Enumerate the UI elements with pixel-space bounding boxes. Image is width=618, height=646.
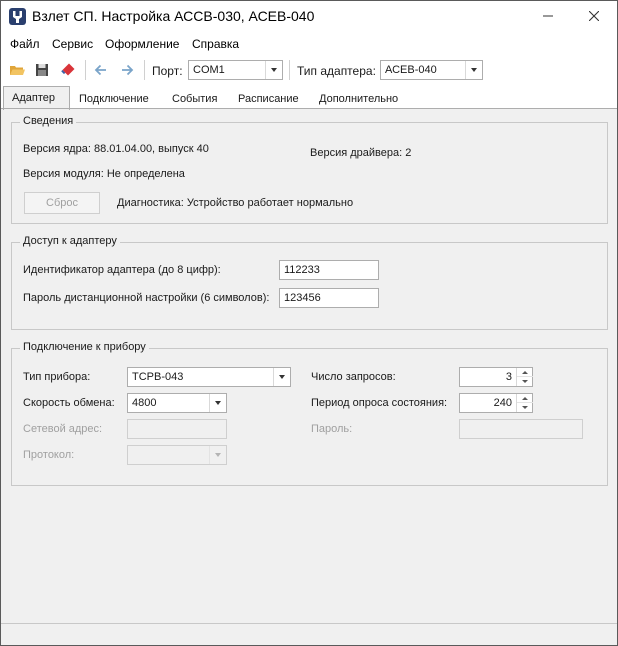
tab-events[interactable]: События: [164, 89, 225, 109]
tab-additional[interactable]: Дополнительно: [311, 89, 406, 109]
spin-up-icon[interactable]: [517, 394, 533, 403]
adapter-type-select[interactable]: АСЕВ-040: [380, 60, 483, 80]
device-type-value: ТСРВ-043: [132, 371, 184, 383]
device-type-label: Тип прибора:: [23, 371, 91, 383]
speed-label: Скорость обмена:: [23, 397, 115, 409]
reset-button[interactable]: Сброс: [24, 192, 100, 214]
toolbar-separator: [144, 60, 145, 80]
save-icon[interactable]: [33, 61, 51, 79]
access-group: Доступ к адаптеру Идентификатор адаптера…: [11, 235, 608, 330]
minimize-button[interactable]: [525, 1, 571, 33]
port-value: COM1: [193, 64, 225, 76]
eraser-icon[interactable]: [59, 61, 77, 79]
access-group-title: Доступ к адаптеру: [20, 235, 120, 247]
diagnostics-text: Диагностика: Устройство работает нормаль…: [117, 197, 354, 209]
spin-down-icon[interactable]: [517, 403, 533, 412]
toolbar-separator: [289, 60, 290, 80]
requests-count-spinner[interactable]: 3: [459, 367, 533, 387]
tab-strip: Адаптер Подключение События Расписание Д…: [1, 85, 617, 110]
poll-period-label: Период опроса состояния:: [311, 397, 448, 409]
driver-version-text: Версия драйвера: 2: [310, 147, 412, 159]
toolbar-separator: [85, 60, 86, 80]
net-address-input[interactable]: [127, 419, 227, 439]
poll-period-spinner[interactable]: 240: [459, 393, 533, 413]
speed-select[interactable]: 4800: [127, 393, 227, 413]
port-label: Порт:: [152, 64, 183, 78]
poll-period-value: 240: [493, 397, 512, 409]
adapter-id-label: Идентификатор адаптера (до 8 цифр):: [23, 264, 221, 276]
spin-down-icon[interactable]: [517, 377, 533, 386]
device-group-title: Подключение к прибору: [20, 341, 149, 353]
minimize-icon: [543, 11, 553, 24]
adapter-id-value: 112233: [284, 264, 320, 276]
requests-count-value: 3: [505, 371, 512, 383]
tab-divider: [1, 108, 617, 109]
open-folder-icon[interactable]: [8, 61, 26, 79]
protocol-label: Протокол:: [23, 449, 75, 461]
spin-up-icon[interactable]: [517, 368, 533, 377]
tab-adapter[interactable]: Адаптер: [3, 86, 70, 110]
adapter-type-value: АСЕВ-040: [385, 64, 437, 76]
net-address-label: Сетевой адрес:: [23, 423, 103, 435]
chevron-down-icon: [265, 61, 282, 79]
device-password-input[interactable]: [459, 419, 583, 439]
status-bar: [1, 623, 617, 645]
remote-password-label: Пароль дистанционной настройки (6 символ…: [23, 292, 270, 304]
core-version-text: Версия ядра: 88.01.04.00, выпуск 40: [23, 143, 209, 155]
back-arrow-icon[interactable]: [92, 61, 110, 79]
protocol-select[interactable]: [127, 445, 227, 465]
title-bar: Взлет СП. Настройка АССВ-030, АСЕВ-040: [1, 1, 617, 33]
tab-connection[interactable]: Подключение: [71, 89, 157, 109]
menu-service[interactable]: Сервис: [52, 37, 93, 51]
menu-bar: Файл Сервис Оформление Справка: [1, 33, 617, 55]
chevron-down-icon: [209, 446, 226, 464]
menu-appearance[interactable]: Оформление: [105, 37, 179, 51]
remote-password-input[interactable]: 123456: [279, 288, 379, 308]
forward-arrow-icon[interactable]: [118, 61, 136, 79]
menu-help[interactable]: Справка: [192, 37, 239, 51]
app-window: Взлет СП. Настройка АССВ-030, АСЕВ-040 Ф…: [0, 0, 618, 646]
adapter-type-label: Тип адаптера:: [297, 64, 376, 78]
module-version-text: Версия модуля: Не определена: [23, 168, 185, 180]
info-group: Сведения Версия ядра: 88.01.04.00, выпус…: [11, 115, 608, 224]
adapter-id-input[interactable]: 112233: [279, 260, 379, 280]
requests-count-label: Число запросов:: [311, 371, 396, 383]
speed-value: 4800: [132, 397, 157, 409]
tab-schedule[interactable]: Расписание: [230, 89, 307, 109]
toolbar: Порт: COM1 Тип адаптера: АСЕВ-040: [1, 55, 617, 85]
menu-file[interactable]: Файл: [10, 37, 40, 51]
close-icon: [588, 10, 600, 24]
close-button[interactable]: [571, 1, 617, 33]
window-title: Взлет СП. Настройка АССВ-030, АСЕВ-040: [32, 8, 315, 24]
device-type-select[interactable]: ТСРВ-043: [127, 367, 291, 387]
device-password-label: Пароль:: [311, 423, 353, 435]
remote-password-value: 123456: [284, 292, 321, 304]
app-logo-icon: [9, 8, 26, 25]
chevron-down-icon: [465, 61, 482, 79]
device-group: Подключение к прибору Тип прибора: ТСРВ-…: [11, 341, 608, 486]
info-group-title: Сведения: [20, 115, 77, 127]
chevron-down-icon: [273, 368, 290, 386]
chevron-down-icon: [209, 394, 226, 412]
port-select[interactable]: COM1: [188, 60, 283, 80]
